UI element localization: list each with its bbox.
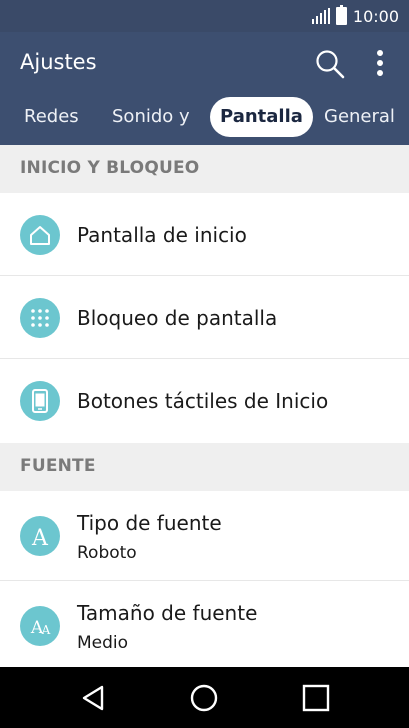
list-item-value: Roboto bbox=[77, 543, 137, 563]
list-item-value: Medio bbox=[77, 633, 129, 653]
tab-redes[interactable]: Redes bbox=[24, 97, 79, 137]
section-header-fuente: FUENTE bbox=[0, 443, 409, 491]
more-vert-icon bbox=[377, 50, 383, 76]
list-item-label: Bloqueo de pantalla bbox=[77, 306, 278, 330]
search-button[interactable] bbox=[313, 47, 347, 81]
list-item-label: Tipo de fuente bbox=[77, 511, 222, 535]
battery-icon bbox=[335, 5, 347, 25]
home-button[interactable] bbox=[187, 681, 221, 715]
recents-button[interactable] bbox=[299, 681, 333, 715]
page-title: Ajustes bbox=[20, 50, 97, 74]
list-item-label: Botones táctiles de Inicio bbox=[77, 389, 329, 413]
search-icon bbox=[316, 50, 345, 79]
phone-icon bbox=[20, 381, 60, 421]
tab-pantalla[interactable]: Pantalla bbox=[210, 97, 313, 137]
overflow-menu-button[interactable] bbox=[364, 47, 396, 81]
tab-sonido[interactable]: Sonido y bbox=[112, 97, 190, 137]
list-item-botones-tactiles[interactable]: Botones táctiles de Inicio bbox=[0, 359, 409, 443]
back-button[interactable] bbox=[78, 681, 112, 715]
svg-text:A: A bbox=[41, 623, 51, 637]
section-header-label: INICIO Y BLOQUEO bbox=[20, 158, 200, 178]
home-icon bbox=[20, 215, 60, 255]
section-header-label: FUENTE bbox=[20, 456, 96, 476]
list-item-label: Pantalla de inicio bbox=[77, 223, 247, 247]
list-item-bloqueo-de-pantalla[interactable]: Bloqueo de pantalla bbox=[0, 276, 409, 359]
svg-text:A: A bbox=[31, 526, 49, 551]
pattern-lock-icon bbox=[20, 298, 60, 338]
list-item-pantalla-de-inicio[interactable]: Pantalla de inicio bbox=[0, 193, 409, 276]
list-item-tamano-de-fuente[interactable]: A A Tamaño de fuente Medio bbox=[0, 581, 409, 667]
font-size-icon: A A bbox=[20, 606, 60, 646]
recents-square-icon bbox=[302, 684, 330, 712]
system-nav-bar bbox=[0, 667, 409, 728]
list-item-tipo-de-fuente[interactable]: A Tipo de fuente Roboto bbox=[0, 491, 409, 581]
app-bar: Ajustes Redes Sonido y Pantalla General bbox=[0, 32, 409, 145]
font-type-icon: A bbox=[20, 516, 60, 556]
tab-general[interactable]: General bbox=[324, 97, 395, 137]
home-circle-icon bbox=[190, 684, 218, 712]
signal-bars-icon bbox=[311, 8, 330, 24]
status-bar: 10:00 bbox=[0, 0, 409, 32]
list-item-label: Tamaño de fuente bbox=[77, 601, 258, 625]
status-clock: 10:00 bbox=[352, 6, 399, 26]
tab-bar: Redes Sonido y Pantalla General bbox=[0, 97, 409, 137]
status-icons: 10:00 bbox=[311, 5, 399, 26]
section-header-inicio-bloqueo: INICIO Y BLOQUEO bbox=[0, 145, 409, 193]
back-triangle-icon bbox=[82, 685, 104, 711]
